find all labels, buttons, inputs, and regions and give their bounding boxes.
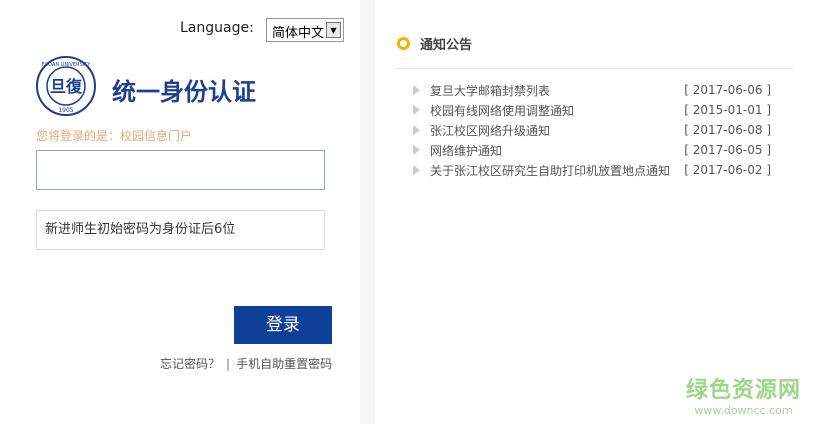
list-item[interactable]: 校园有线网络使用调整通知[ 2015-01-01 ] bbox=[411, 100, 771, 120]
notice-header: 通知公告 bbox=[397, 34, 472, 53]
notice-date: [ 2017-06-05 ] bbox=[684, 143, 771, 157]
notice-date: [ 2015-01-01 ] bbox=[684, 103, 771, 117]
page-title: 统一身份认证 bbox=[112, 78, 256, 106]
notice-link[interactable]: 张江校区网络升级通知 bbox=[430, 122, 681, 139]
forgot-password-link[interactable]: 忘记密码？ bbox=[160, 357, 220, 371]
help-links: 忘记密码？ | 手机自助重置密码 bbox=[160, 355, 332, 372]
notice-link[interactable]: 校园有线网络使用调整通知 bbox=[430, 102, 681, 119]
username-input[interactable] bbox=[36, 150, 325, 190]
triangle-right-icon bbox=[413, 105, 420, 115]
login-panel: Language: 简体中文 ▼ 旦復 FUDAN UNIVERSITY 190… bbox=[0, 0, 360, 424]
list-item[interactable]: 复旦大学邮箱封禁列表[ 2017-06-06 ] bbox=[411, 80, 771, 100]
triangle-right-icon bbox=[413, 85, 420, 95]
notice-list: 复旦大学邮箱封禁列表[ 2017-06-06 ] 校园有线网络使用调整通知[ 2… bbox=[411, 80, 771, 180]
watermark: 绿色资源网 www.downcc.com bbox=[686, 372, 801, 417]
notice-link[interactable]: 关于张江校区研究生自助打印机放置地点通知 bbox=[430, 162, 681, 179]
svg-text:1905: 1905 bbox=[58, 107, 73, 114]
login-button[interactable]: 登录 bbox=[234, 306, 332, 344]
triangle-right-icon bbox=[413, 165, 420, 175]
list-item[interactable]: 关于张江校区研究生自助打印机放置地点通知[ 2017-06-02 ] bbox=[411, 160, 771, 180]
watermark-name: 绿色资源网 bbox=[685, 378, 801, 403]
language-select[interactable]: 简体中文 ▼ bbox=[266, 18, 344, 42]
divider bbox=[395, 68, 795, 69]
login-target-hint: 您将登录的是：校园信息门户 bbox=[36, 129, 193, 143]
notice-date: [ 2017-06-06 ] bbox=[684, 83, 771, 97]
notice-title: 通知公告 bbox=[420, 38, 473, 53]
language-label: Language: bbox=[180, 20, 254, 36]
watermark-url: www.downcc.com bbox=[694, 404, 793, 417]
notice-date: [ 2017-06-02 ] bbox=[684, 163, 771, 177]
notice-link[interactable]: 网络维护通知 bbox=[430, 142, 681, 159]
fudan-logo: 旦復 FUDAN UNIVERSITY 1905 bbox=[36, 56, 96, 116]
svg-text:旦復: 旦復 bbox=[50, 77, 83, 96]
notice-date: [ 2017-06-08 ] bbox=[684, 123, 771, 137]
triangle-right-icon bbox=[413, 145, 420, 155]
chevron-down-icon: ▼ bbox=[326, 22, 341, 38]
password-input[interactable]: 新进师生初始密码为身份证后6位 bbox=[36, 210, 325, 250]
divider-strip bbox=[360, 0, 375, 424]
list-item[interactable]: 网络维护通知[ 2017-06-05 ] bbox=[411, 140, 771, 160]
list-item[interactable]: 张江校区网络升级通知[ 2017-06-08 ] bbox=[411, 120, 771, 140]
language-selected: 简体中文 bbox=[272, 26, 325, 41]
svg-text:FUDAN UNIVERSITY: FUDAN UNIVERSITY bbox=[42, 62, 92, 68]
notice-panel: 通知公告 复旦大学邮箱封禁列表[ 2017-06-06 ] 校园有线网络使用调整… bbox=[375, 0, 823, 424]
notice-link[interactable]: 复旦大学邮箱封禁列表 bbox=[430, 82, 681, 99]
link-separator: | bbox=[226, 357, 231, 371]
sms-reset-password-link[interactable]: 手机自助重置密码 bbox=[236, 357, 332, 371]
bullet-icon bbox=[397, 37, 410, 50]
triangle-right-icon bbox=[413, 125, 420, 135]
